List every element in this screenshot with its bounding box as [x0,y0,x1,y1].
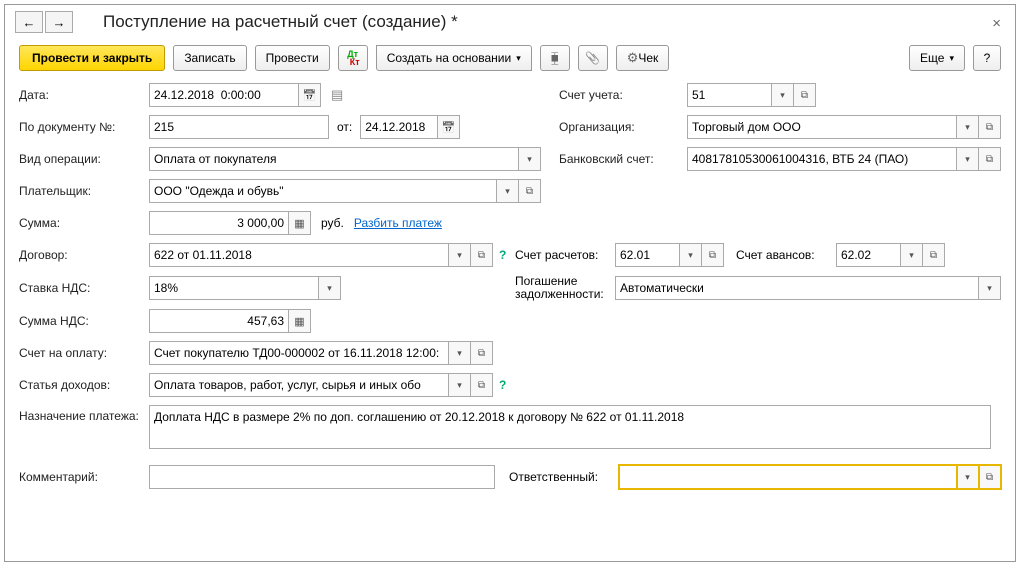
responsible-label: Ответственный: [509,470,619,484]
open-icon[interactable] [794,83,816,107]
structure-button[interactable] [540,45,570,71]
settleacc-input[interactable] [615,243,680,267]
open-icon[interactable] [979,147,1001,171]
calendar-icon[interactable] [299,83,321,107]
date-label: Дата: [19,88,149,102]
invoice-label: Счет на оплату: [19,346,149,360]
doc-status-icon: ▤ [331,87,343,103]
open-icon[interactable] [519,179,541,203]
open-icon[interactable] [471,373,493,397]
purpose-label: Назначение платежа: [19,405,149,423]
calculator-icon[interactable] [289,309,311,333]
advanceacc-input[interactable] [836,243,901,267]
attach-button[interactable] [578,45,608,71]
vatsum-label: Сумма НДС: [19,314,149,328]
org-label: Организация: [559,120,687,134]
calendar-icon[interactable] [438,115,460,139]
open-icon[interactable] [702,243,724,267]
docnum-label: По документу №: [19,120,149,134]
date-input[interactable] [149,83,299,107]
advanceacc-label: Счет авансов: [736,248,836,262]
calculator-icon[interactable] [289,211,311,235]
payer-label: Плательщик: [19,184,149,198]
debt-label: Погашение задолженности: [515,275,615,301]
dtkt-button[interactable]: ДтКт [338,45,368,71]
dropdown-icon[interactable] [957,465,979,489]
vatrate-label: Ставка НДС: [19,281,149,295]
post-button[interactable]: Провести [255,45,330,71]
create-based-label: Создать на основании [387,51,512,65]
help-icon[interactable]: ? [499,378,506,392]
vatsum-input[interactable] [149,309,289,333]
dropdown-icon[interactable] [957,115,979,139]
rub-label: руб. [321,216,344,230]
open-icon[interactable] [979,465,1001,489]
settleacc-label: Счет расчетов: [515,248,615,262]
open-icon[interactable] [471,243,493,267]
more-button[interactable]: Еще ▾ [909,45,965,71]
comment-input[interactable] [149,465,495,489]
income-input[interactable] [149,373,449,397]
open-icon[interactable] [979,115,1001,139]
sum-label: Сумма: [19,216,149,230]
split-payment-link[interactable]: Разбить платеж [354,216,442,230]
vatrate-input[interactable] [149,276,319,300]
dropdown-icon[interactable] [449,373,471,397]
dropdown-icon[interactable] [901,243,923,267]
optype-input[interactable] [149,147,519,171]
bankacc-input[interactable] [687,147,957,171]
close-icon[interactable]: × [992,15,1001,32]
dropdown-icon[interactable] [449,341,471,365]
dropdown-icon[interactable] [979,276,1001,300]
comment-label: Комментарий: [19,470,149,484]
contract-label: Договор: [19,248,149,262]
docdate-input[interactable] [360,115,438,139]
account-label: Счет учета: [559,88,687,102]
responsible-input[interactable] [619,465,957,489]
dropdown-icon[interactable] [772,83,794,107]
help-icon[interactable]: ? [499,248,506,262]
account-input[interactable] [687,83,772,107]
dropdown-icon[interactable] [497,179,519,203]
org-input[interactable] [687,115,957,139]
page-title: Поступление на расчетный счет (создание)… [103,12,458,32]
income-label: Статья доходов: [19,378,149,392]
create-based-button[interactable]: Создать на основании ▾ [376,45,532,71]
help-button[interactable]: ? [973,45,1001,71]
dropdown-icon[interactable] [957,147,979,171]
gear-icon [627,50,639,66]
dropdown-icon[interactable] [449,243,471,267]
payer-input[interactable] [149,179,497,203]
optype-label: Вид операции: [19,152,149,166]
open-icon[interactable] [923,243,945,267]
from-label: от: [337,120,352,134]
back-button[interactable]: ← [15,11,43,33]
open-icon[interactable] [471,341,493,365]
purpose-textarea[interactable]: Доплата НДС в размере 2% по доп. соглаше… [149,405,991,449]
dropdown-icon[interactable] [519,147,541,171]
forward-button[interactable]: → [45,11,73,33]
debt-input[interactable] [615,276,979,300]
save-button[interactable]: Записать [173,45,246,71]
invoice-input[interactable] [149,341,449,365]
dropdown-icon[interactable] [680,243,702,267]
dropdown-icon[interactable] [319,276,341,300]
check-label: Чек [638,51,658,65]
bankacc-label: Банковский счет: [559,152,687,166]
check-button[interactable]: Чек [616,45,670,71]
post-and-close-button[interactable]: Провести и закрыть [19,45,165,71]
more-label: Еще [920,51,944,65]
docnum-input[interactable] [149,115,329,139]
contract-input[interactable] [149,243,449,267]
sum-input[interactable] [149,211,289,235]
